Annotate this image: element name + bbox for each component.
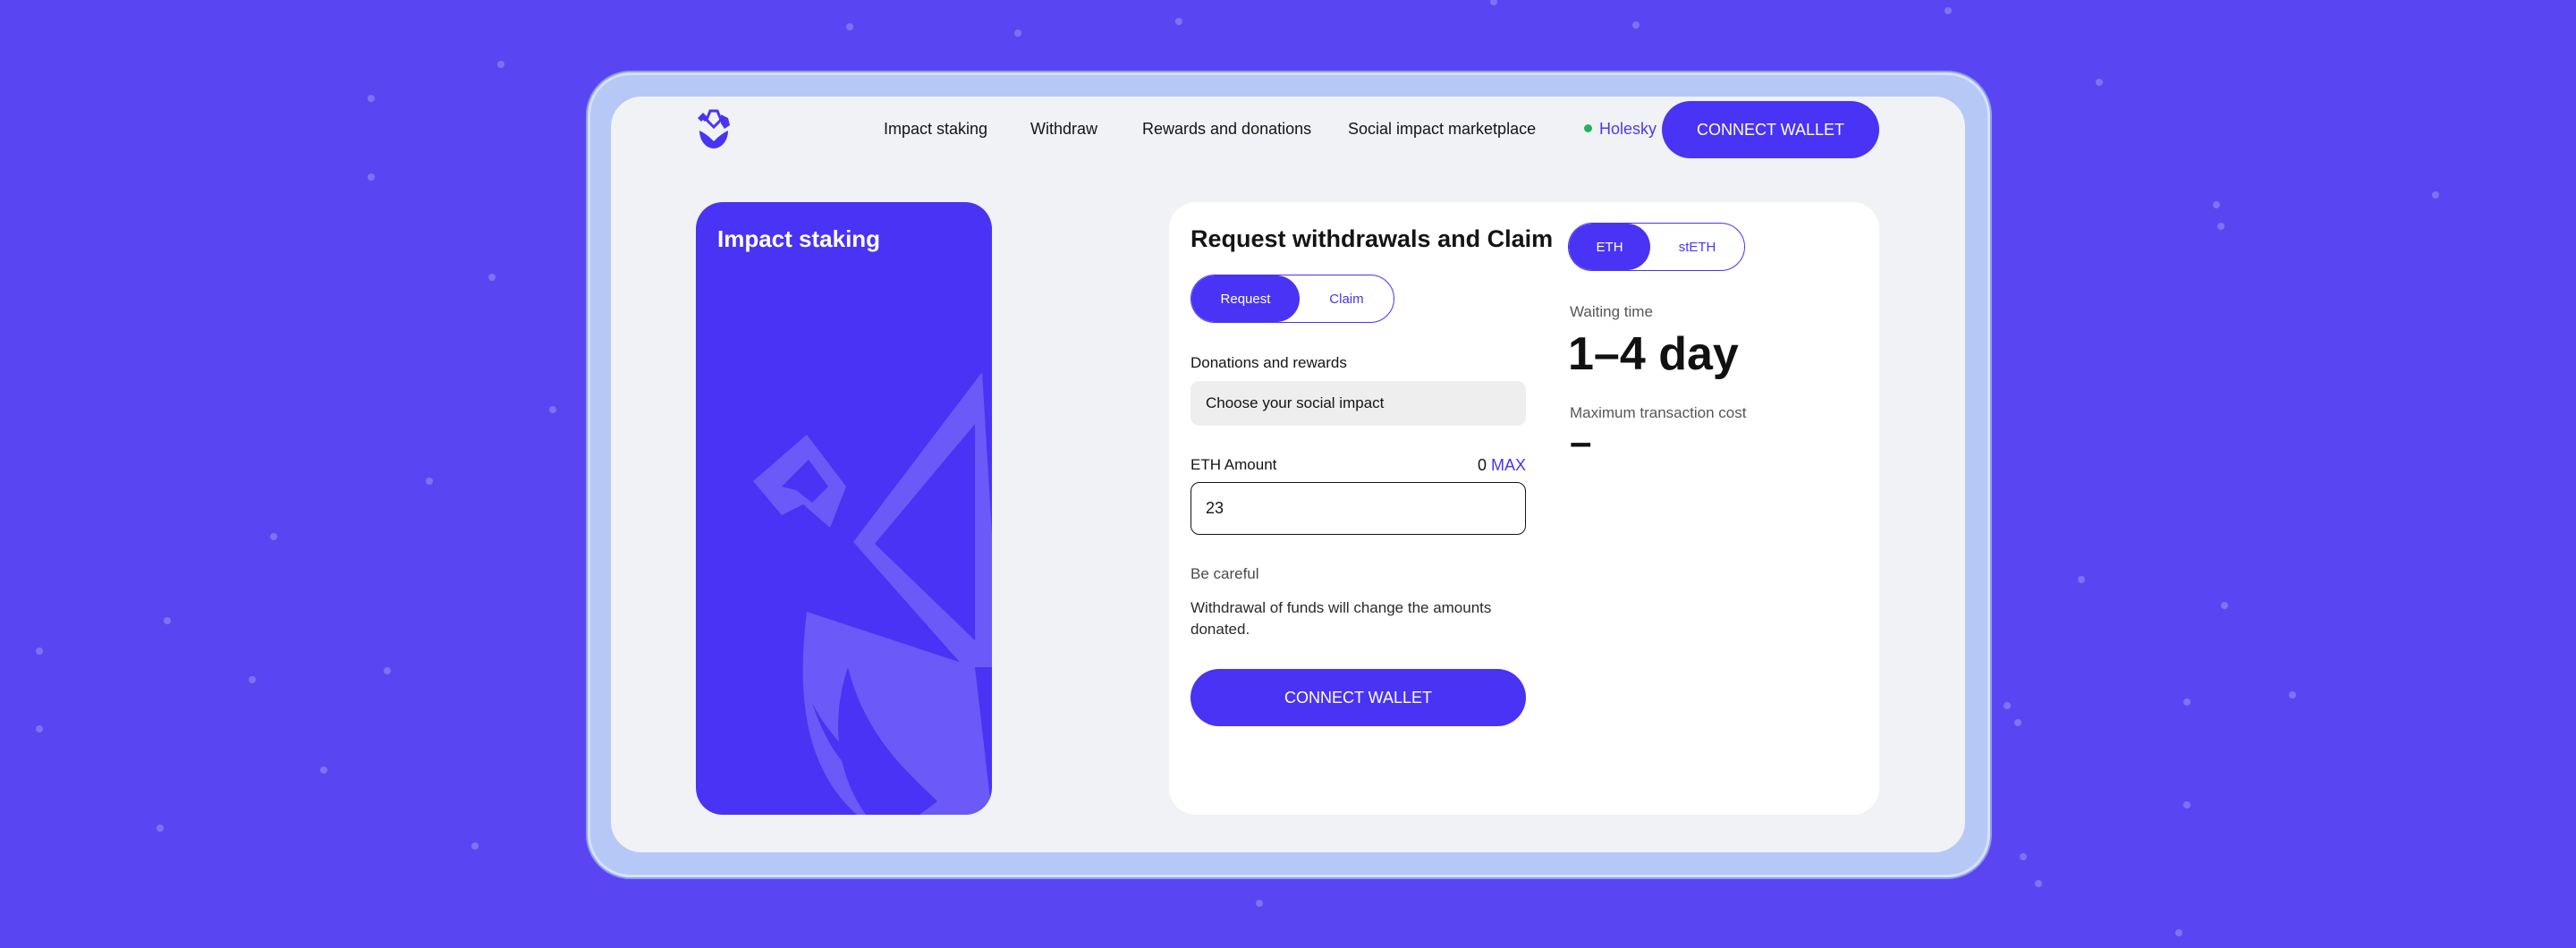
network-indicator[interactable]: Holesky [1584, 120, 1657, 139]
withdraw-panel: Request withdrawals and Claim Request Cl… [1169, 202, 1879, 815]
nav-rewards-and-donations[interactable]: Rewards and donations [1142, 120, 1311, 139]
max-button[interactable]: MAX [1491, 456, 1526, 475]
logo-watermark-icon [753, 372, 992, 815]
nav-social-impact-marketplace[interactable]: Social impact marketplace [1348, 120, 1536, 139]
max-transaction-cost-label: Maximum transaction cost [1570, 404, 1747, 421]
app-screen: Impact staking Withdraw Rewards and dona… [611, 97, 1965, 852]
waiting-time-value: 1–4 day [1568, 328, 1739, 380]
warning-title: Be careful [1191, 565, 1259, 582]
tab-claim[interactable]: Claim [1300, 275, 1394, 322]
connect-wallet-button[interactable]: CONNECT WALLET [1191, 669, 1526, 726]
network-name: Holesky [1599, 120, 1657, 138]
logo-icon [698, 109, 730, 148]
waiting-time-label: Waiting time [1570, 303, 1653, 320]
connect-wallet-header-button[interactable]: CONNECT WALLET [1662, 101, 1879, 158]
warning-text: Withdrawal of funds will change the amou… [1191, 599, 1492, 638]
impact-staking-title: Impact staking [717, 225, 881, 252]
donations-rewards-label: Donations and rewards [1191, 354, 1347, 371]
tab-request[interactable]: Request [1191, 275, 1300, 322]
eth-balance: 0 [1477, 456, 1487, 474]
eth-amount-label: ETH Amount [1191, 456, 1277, 473]
panel-title: Request withdrawals and Claim [1191, 225, 1554, 252]
social-impact-select[interactable]: Choose your social impact [1191, 381, 1526, 426]
impact-staking-card: Impact staking [696, 202, 992, 815]
token-toggle: ETH stETH [1568, 223, 1745, 271]
tab-steth[interactable]: stETH [1650, 224, 1744, 270]
eth-amount-input[interactable] [1191, 482, 1526, 535]
top-nav: Impact staking Withdraw Rewards and dona… [611, 97, 1965, 159]
nav-withdraw[interactable]: Withdraw [1030, 120, 1097, 139]
request-claim-toggle: Request Claim [1191, 275, 1394, 323]
nav-impact-staking[interactable]: Impact staking [884, 120, 987, 139]
eth-amount-row: ETH Amount 0 MAX [1191, 456, 1526, 478]
max-transaction-cost-value: – [1570, 420, 1592, 464]
tab-eth[interactable]: ETH [1569, 224, 1651, 270]
network-status-dot [1584, 124, 1592, 132]
